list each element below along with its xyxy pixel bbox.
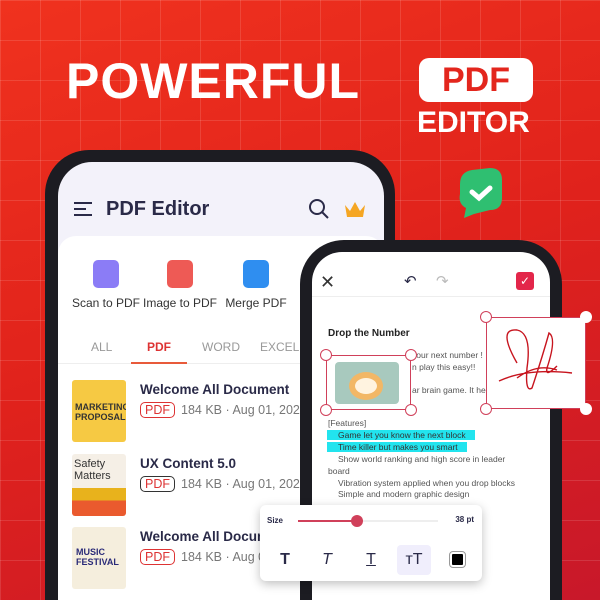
size-label: Size [267,516,284,525]
underline-button[interactable]: T [354,545,388,575]
resize-handle[interactable] [580,403,592,415]
tab-excel[interactable]: EXCEL [260,340,299,354]
headline-pill: PDF [419,58,533,102]
resize-handle[interactable] [320,404,332,416]
doc-line: ar brain game. It helps [412,385,497,395]
size-value: 38 pt [455,515,474,524]
file-size: 184 KB [181,550,223,564]
tab-word[interactable]: WORD [202,340,240,354]
redo-icon[interactable]: ↷ [436,272,449,290]
color-swatch-button[interactable] [449,551,466,568]
tool-label: Image to PDF [142,296,218,310]
tab-all[interactable]: ALL [91,340,112,354]
tool-scan-to-pdf[interactable]: Scan to PDF [66,260,146,310]
resize-handle[interactable] [405,349,417,361]
tool-label: Scan to PDF [71,296,141,310]
doc-line: Simple and modern graphic design [338,489,470,499]
doc-line: your next number ! [412,350,483,360]
features-label: [Features] [328,418,367,428]
signature-box[interactable] [486,317,586,409]
size-slider[interactable] [298,515,438,527]
italic-button[interactable]: T [310,545,344,575]
resize-handle[interactable] [405,404,417,416]
selected-image[interactable] [326,355,411,410]
doc-line: board [328,466,350,476]
highlighted-line: Game let you know the next block [327,430,475,440]
doc-line: Vibration system applied when you drop b… [338,478,516,488]
tab-pdf[interactable]: PDF [131,340,187,364]
search-icon[interactable] [308,198,330,220]
file-type-badge: PDF [140,476,175,492]
doc-title: Drop the Number [328,328,410,339]
crown-icon[interactable] [344,200,366,218]
file-thumbnail: Safety Matters [72,454,126,516]
doc-line: n play this easy!! [412,362,476,372]
tool-merge-pdf[interactable]: Merge PDF [216,260,296,310]
highlighted-line: Time killer but makes you smart [327,442,467,452]
headline: POWERFUL [66,53,361,109]
doc-line: Show world ranking and high score in lea… [338,454,506,464]
file-size: 184 KB [181,403,223,417]
file-meta: PDF184 KB · Aug 01, 2020 [140,402,307,418]
tool-image-to-pdf[interactable]: Image to PDF [140,260,220,310]
file-thumbnail: MARKETING PROPOSAL [72,380,126,442]
image-icon [167,260,193,288]
file-thumbnail: MUSIC FESTIVAL [72,527,126,589]
confirm-check-button[interactable]: ✓ [516,272,534,290]
signature-icon [498,329,573,390]
app-title: PDF Editor [106,198,210,220]
file-date: Aug 01, 2020 [232,403,307,417]
tool-label: Merge PDF [225,296,287,310]
check-badge-icon [459,168,502,218]
resize-handle[interactable] [480,311,492,323]
file-date: Aug 01, 2020 [232,477,307,491]
file-type-badge: PDF [140,549,175,565]
hamburger-icon[interactable] [74,202,92,216]
text-size-button[interactable]: ᴛT [397,545,431,575]
divider [312,296,550,297]
resize-handle[interactable] [320,349,332,361]
scan-icon [93,260,119,288]
undo-icon[interactable]: ↶ [404,272,417,290]
close-icon[interactable]: ✕ [320,272,335,293]
resize-handle[interactable] [580,311,592,323]
headline-sub: EDITOR [417,106,530,139]
bold-button[interactable]: T [268,545,302,575]
file-size: 184 KB [181,477,223,491]
merge-icon [243,260,269,288]
file-type-badge: PDF [140,402,175,418]
file-meta: PDF184 KB · Aug 01, 2020 [140,476,307,492]
file-title: Welcome All Document [140,382,290,397]
text-size-panel: Size 38 pt T T T ᴛT [260,505,482,581]
resize-handle[interactable] [480,403,492,415]
file-title: UX Content 5.0 [140,456,237,471]
dog-illustration [335,362,399,404]
